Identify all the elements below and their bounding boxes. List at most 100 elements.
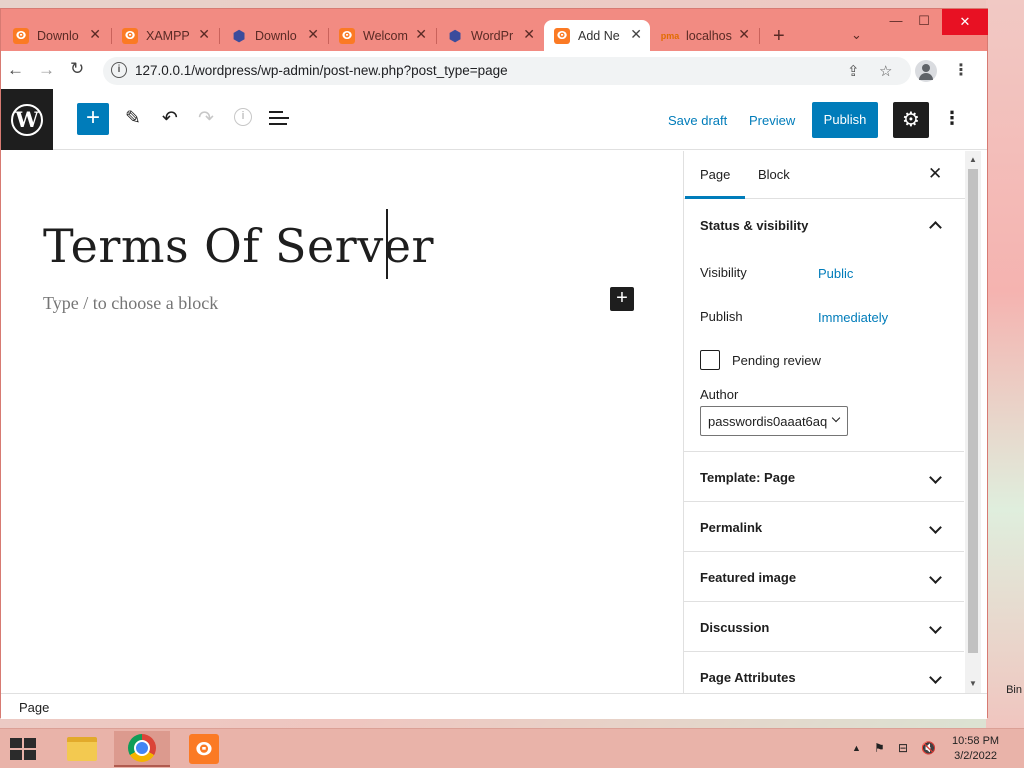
publish-date-toggle[interactable]: Immediately — [818, 310, 888, 325]
panel-permalink[interactable]: Permalink — [684, 503, 964, 552]
editor-footer: Page — [1, 693, 987, 719]
tab-close-icon[interactable]: ✕ — [198, 26, 210, 43]
tab-close-icon[interactable]: ✕ — [630, 26, 642, 43]
tab-label: XAMPP — [146, 28, 190, 43]
phpmyadmin-icon: pma — [660, 30, 680, 41]
browser-tab[interactable]: ⵙ Welcom ✕ — [329, 20, 435, 51]
scroll-down-arrow-icon[interactable]: ▼ — [969, 679, 977, 688]
block-placeholder[interactable]: Type / to choose a block — [43, 293, 218, 314]
forward-arrow-icon[interactable]: → — [38, 60, 55, 80]
new-tab-plus-icon[interactable]: + — [773, 25, 785, 48]
bookmark-star-icon[interactable]: ☆ — [879, 62, 892, 80]
panel-title[interactable]: Template: Page — [700, 470, 795, 485]
recycle-bin-label[interactable]: Bin — [1006, 684, 1022, 696]
panel-discussion[interactable]: Discussion — [684, 603, 964, 652]
panel-title[interactable]: Permalink — [700, 520, 762, 535]
preview-button[interactable]: Preview — [749, 113, 795, 128]
panel-title[interactable]: Discussion — [700, 620, 769, 635]
tab-close-icon[interactable]: ✕ — [738, 26, 750, 43]
maximize-window-icon[interactable]: ☐ — [907, 13, 941, 29]
chevron-down-icon[interactable] — [930, 625, 940, 635]
panel-title[interactable]: Featured image — [700, 570, 796, 585]
details-info-icon[interactable]: i — [234, 108, 252, 126]
scrollbar-thumb[interactable] — [968, 169, 978, 653]
browser-menu-icon[interactable]: ⋮ — [953, 60, 969, 80]
settings-gear-icon[interactable]: ⚙ — [893, 102, 929, 138]
visibility-toggle[interactable]: Public — [818, 266, 853, 281]
tab-close-icon[interactable]: ✕ — [415, 26, 427, 43]
tab-label: WordPr — [471, 28, 514, 43]
panel-featured-image[interactable]: Featured image — [684, 553, 964, 602]
tab-close-icon[interactable]: ✕ — [523, 26, 535, 43]
editor-header: W + ✎ ↶ ↷ i Save draft Preview Publish ⚙… — [1, 89, 987, 150]
browser-tab[interactable]: ⵙ XAMPP ✕ — [112, 20, 218, 51]
chevron-down-icon[interactable] — [930, 575, 940, 585]
settings-sidebar: Page Block ✕ Status & visibility Visibil… — [683, 151, 965, 693]
url-text[interactable]: 127.0.0.1/wordpress/wp-admin/post-new.ph… — [135, 63, 508, 78]
close-sidebar-icon[interactable]: ✕ — [928, 164, 942, 184]
scroll-up-arrow-icon[interactable]: ▲ — [969, 155, 977, 164]
tab-search-chevron-icon[interactable]: ⌄ — [851, 27, 862, 43]
browser-tab[interactable]: ⬢ Downlo ✕ — [221, 20, 327, 51]
block-inserter-button[interactable]: + — [77, 103, 109, 135]
close-window-icon[interactable]: ✕ — [942, 9, 988, 35]
tray-overflow-icon[interactable]: ▲ — [852, 743, 861, 753]
tab-separator — [759, 28, 760, 44]
inline-add-block-button[interactable]: + — [610, 287, 634, 311]
wordpress-editor: W + ✎ ↶ ↷ i Save draft Preview Publish ⚙… — [1, 89, 987, 719]
status-visibility-panel: Status & visibility Visibility Public Pu… — [684, 199, 964, 452]
options-menu-icon[interactable]: ⋮ — [943, 108, 961, 129]
editor-canvas[interactable]: Terms Of Server Type / to choose a block… — [1, 151, 683, 693]
panel-title[interactable]: Page Attributes — [700, 670, 796, 685]
tab-close-icon[interactable]: ✕ — [307, 26, 319, 43]
share-icon[interactable]: ⇪ — [847, 62, 860, 80]
chevron-up-icon[interactable] — [930, 221, 940, 231]
tab-close-icon[interactable]: ✕ — [89, 26, 101, 43]
author-select[interactable]: passwordis0aaat6aq — [700, 406, 848, 436]
list-view-icon[interactable] — [269, 111, 289, 129]
tab-label: Downlo — [255, 28, 297, 43]
block-breadcrumb[interactable]: Page — [19, 700, 49, 715]
tab-label: localhos — [686, 28, 732, 43]
panel-title[interactable]: Status & visibility — [700, 218, 808, 233]
chrome-taskbar-button[interactable] — [114, 731, 170, 767]
volume-muted-icon[interactable]: 🔇 — [921, 741, 936, 755]
browser-tab[interactable]: ⬢ WordPr ✕ — [437, 20, 543, 51]
action-center-flag-icon[interactable]: ⚑ — [874, 741, 885, 755]
tab-page[interactable]: Page — [684, 167, 746, 199]
tab-strip: ⵙ Downlo ✕ ⵙ XAMPP ✕ ⬢ Downlo ✕ ⵙ Welcom… — [1, 9, 988, 51]
pending-review-label[interactable]: Pending review — [732, 353, 821, 368]
back-arrow-icon[interactable]: ← — [7, 60, 24, 80]
browser-tab[interactable]: pma localhos ✕ — [652, 20, 758, 51]
chevron-down-icon[interactable] — [930, 475, 940, 485]
panel-page-attributes[interactable]: Page Attributes — [684, 653, 964, 693]
profile-avatar-icon[interactable] — [915, 60, 937, 82]
sidebar-scrollbar[interactable]: ▲ ▼ — [965, 151, 981, 693]
visibility-label: Visibility — [700, 265, 747, 280]
xampp-icon: ⵙ — [554, 27, 570, 44]
save-draft-button[interactable]: Save draft — [668, 113, 727, 128]
chevron-down-icon[interactable] — [930, 525, 940, 535]
reload-icon[interactable]: ↻ — [70, 59, 84, 79]
browser-tab[interactable]: ⵙ Downlo ✕ — [3, 20, 109, 51]
edit-pencil-icon[interactable]: ✎ — [125, 107, 141, 130]
panel-template[interactable]: Template: Page — [684, 453, 964, 502]
file-explorer-taskbar-button[interactable] — [54, 731, 110, 767]
network-icon[interactable]: ⊟ — [898, 741, 908, 755]
redo-icon[interactable]: ↷ — [198, 107, 214, 130]
browser-tab-active[interactable]: ⵙ Add Ne ✕ — [544, 20, 650, 51]
page-title-input[interactable]: Terms Of Server — [43, 219, 434, 273]
wordpress-logo-icon[interactable]: W — [1, 89, 53, 150]
pending-review-checkbox[interactable] — [700, 350, 720, 370]
windows-start-icon[interactable] — [10, 738, 38, 760]
address-bar[interactable]: i 127.0.0.1/wordpress/wp-admin/post-new.… — [103, 57, 911, 85]
site-info-icon[interactable]: i — [111, 62, 127, 78]
chevron-down-icon[interactable] — [930, 675, 940, 685]
tab-block[interactable]: Block — [758, 167, 790, 182]
xampp-taskbar-button[interactable]: ⵙ — [176, 731, 232, 767]
publish-button[interactable]: Publish — [812, 102, 878, 138]
xampp-icon: ⵙ — [13, 27, 29, 44]
system-clock[interactable]: 10:58 PM 3/2/2022 — [952, 734, 999, 764]
chrome-icon — [128, 734, 156, 762]
undo-icon[interactable]: ↶ — [162, 107, 178, 130]
